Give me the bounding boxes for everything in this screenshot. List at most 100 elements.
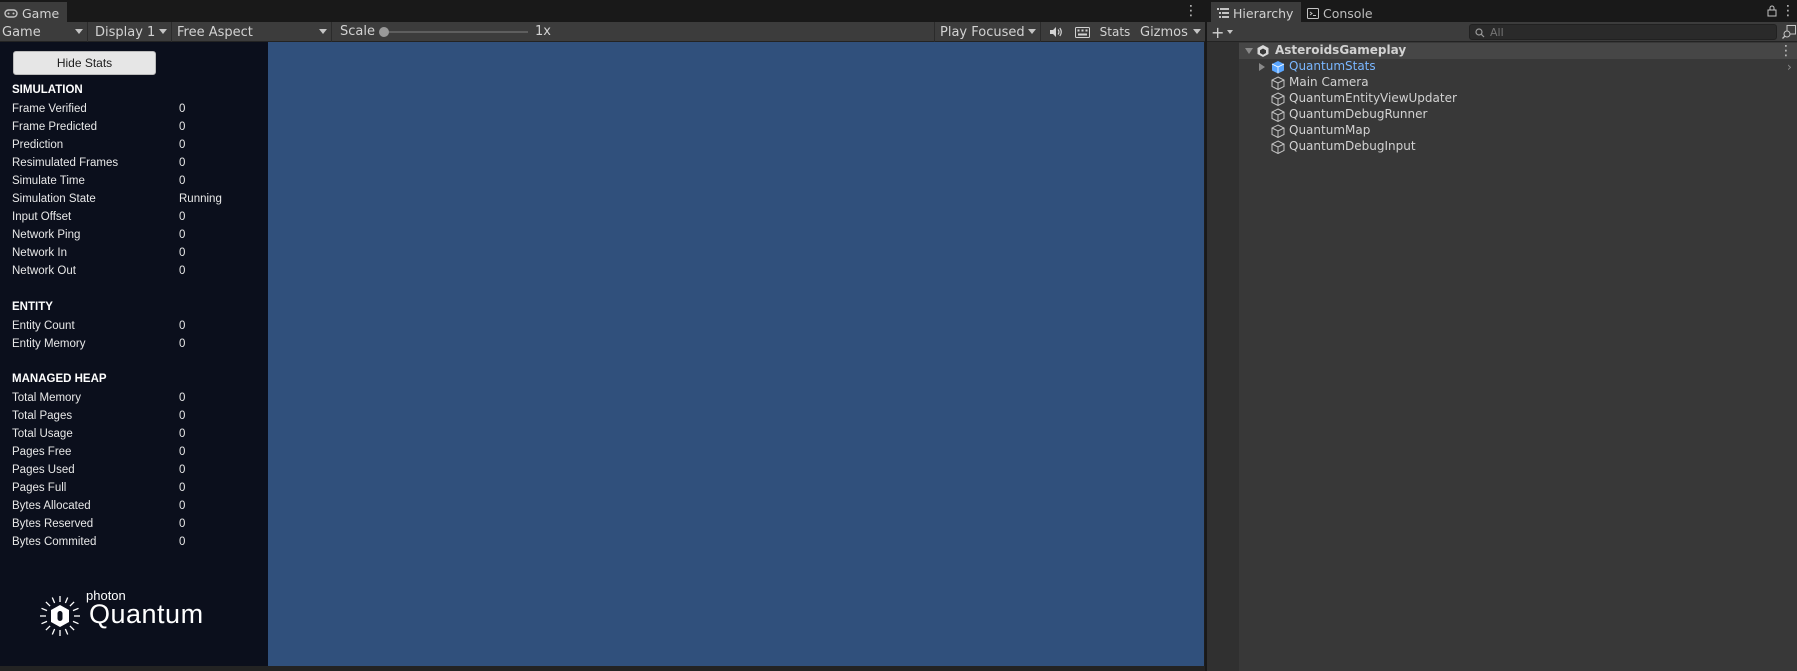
quantum-stats-panel: Hide Stats SIMULATION Frame Verified 0 Fr… [0, 42, 268, 666]
stat-label: Pages Full [12, 482, 67, 494]
stat-row: Total Usage 0 [12, 428, 262, 446]
hierarchy-gutter [1207, 42, 1239, 671]
chevron-right-icon[interactable]: › [1787, 60, 1792, 74]
scale-slider-track[interactable] [384, 31, 528, 33]
list-icon [1217, 8, 1229, 18]
play-mode-dropdown[interactable]: Play Focused [934, 22, 1041, 42]
gameobject-cube-icon [1271, 140, 1285, 154]
hierarchy-search-input[interactable] [1490, 25, 1770, 39]
stat-label: Resimulated Frames [12, 157, 119, 169]
scene-menu-icon[interactable]: ⋮ [1779, 42, 1793, 60]
tab-game-label: Game [22, 5, 60, 21]
stat-row: Frame Predicted 0 [12, 121, 262, 139]
game-toolbar: Game Display 1 Free Aspect Scale 1x Play… [0, 22, 1205, 42]
game-viewport[interactable] [268, 42, 1204, 666]
expand-arrow-icon[interactable] [1259, 63, 1265, 71]
stat-row: Resimulated Frames 0 [12, 157, 262, 175]
stat-label: Frame Predicted [12, 121, 98, 133]
stat-label: Frame Verified [12, 103, 87, 115]
stat-value: 0 [179, 446, 186, 458]
hide-stats-button[interactable]: Hide Stats [13, 51, 156, 75]
hierarchy-item-label: QuantumStats [1289, 59, 1376, 73]
search-icon [1475, 28, 1485, 38]
stat-value: 0 [179, 139, 186, 151]
tab-console-label: Console [1323, 5, 1373, 21]
hierarchy-item-label: QuantumMap [1289, 123, 1371, 137]
tab-game[interactable]: Game [0, 2, 68, 22]
game-window-menu-icon[interactable]: ⋮ [1184, 2, 1198, 20]
stat-label: Network Ping [12, 229, 81, 241]
hierarchy-menu-icon[interactable]: ⋮ [1781, 2, 1795, 20]
mute-audio-button[interactable] [1044, 23, 1068, 41]
expand-arrow-icon[interactable] [1245, 48, 1253, 54]
display-dropdown[interactable]: Display 1 [93, 22, 172, 42]
stat-row: Prediction 0 [12, 139, 262, 157]
stat-row: Input Offset 0 [12, 211, 262, 229]
stat-label: Bytes Reserved [12, 518, 94, 530]
lock-icon[interactable] [1767, 5, 1777, 17]
console-icon [1307, 7, 1319, 19]
hierarchy-item-quantummap[interactable]: QuantumMap [1239, 123, 1797, 139]
stat-label: Total Pages [12, 410, 73, 422]
stats-toggle-label: Stats [1099, 25, 1131, 39]
stat-row: Network Ping 0 [12, 229, 262, 247]
stat-label: Network Out [12, 265, 76, 277]
gizmos-dropdown[interactable]: Gizmos [1136, 22, 1205, 42]
scale-slider-thumb[interactable] [379, 27, 389, 37]
stat-row: Simulate Time 0 [12, 175, 262, 193]
aspect-value: Free Aspect [177, 24, 253, 40]
stat-label: Entity Memory [12, 338, 86, 350]
gameobject-cube-icon [1271, 92, 1285, 106]
scale-label: Scale [340, 24, 375, 39]
stat-label: Simulate Time [12, 175, 85, 187]
prefab-cube-icon [1271, 61, 1285, 74]
photon-quantum-logo: photon Quantum [38, 588, 228, 638]
aspect-dropdown[interactable]: Free Aspect [175, 22, 332, 42]
scene-name: AsteroidsGameplay [1275, 43, 1407, 57]
hierarchy-item-main-camera[interactable]: Main Camera [1239, 75, 1797, 91]
stat-label: Pages Used [12, 464, 75, 476]
stat-row: Total Memory 0 [12, 392, 262, 410]
stat-value: 0 [179, 464, 186, 476]
gameobject-cube-icon [1271, 124, 1285, 138]
stats-toggle-button[interactable]: Stats [1096, 23, 1134, 41]
hierarchy-item-label: QuantumDebugRunner [1289, 107, 1428, 121]
create-object-button[interactable]: + [1211, 23, 1239, 42]
hierarchy-item-quantumentityviewupdater[interactable]: QuantumEntityViewUpdater [1239, 91, 1797, 107]
hierarchy-item-quantumdebugrunner[interactable]: QuantumDebugRunner [1239, 107, 1797, 123]
stat-label: Pages Free [12, 446, 72, 458]
tab-hierarchy-label: Hierarchy [1233, 5, 1294, 21]
stat-value: 0 [179, 428, 186, 440]
stat-value: 0 [179, 536, 186, 548]
play-mode-value: Play Focused [940, 24, 1025, 40]
tab-console[interactable]: Console [1303, 2, 1381, 22]
hierarchy-item-quantumdebuginput[interactable]: QuantumDebugInput [1239, 139, 1797, 155]
stat-value: 0 [179, 392, 186, 404]
search-scene-icon[interactable] [1782, 25, 1796, 39]
stat-label: Prediction [12, 139, 64, 151]
stat-value: 0 [179, 265, 186, 277]
scene-row[interactable]: AsteroidsGameplay ⋮ [1239, 43, 1797, 59]
view-mode-dropdown[interactable]: Game [0, 22, 88, 42]
stat-value: 0 [179, 320, 186, 332]
section-title-entity: ENTITY [12, 301, 53, 313]
stat-row: Entity Count 0 [12, 320, 262, 338]
chevron-down-icon [1227, 30, 1234, 34]
stat-value: 0 [179, 103, 186, 115]
stat-label: Input Offset [12, 211, 72, 223]
hierarchy-item-quantumstats[interactable]: QuantumStats › [1239, 59, 1797, 75]
stat-row: Bytes Allocated 0 [12, 500, 262, 518]
hierarchy-search-field[interactable] [1469, 24, 1777, 40]
stat-label: Simulation State [12, 193, 96, 205]
stat-row: Frame Verified 0 [12, 103, 262, 121]
keyboard-shortcuts-button[interactable] [1070, 23, 1094, 41]
game-tab-bar: Game ⋮ [0, 0, 1205, 22]
scale-value: 1x [535, 24, 551, 39]
stat-value: 0 [179, 121, 186, 133]
stat-value: 0 [179, 500, 186, 512]
chevron-down-icon [1193, 29, 1201, 34]
hierarchy-item-label: QuantumEntityViewUpdater [1289, 91, 1457, 105]
section-title-managed-heap: MANAGED HEAP [12, 373, 107, 385]
stat-value: 0 [179, 482, 186, 494]
tab-hierarchy[interactable]: Hierarchy [1211, 2, 1302, 22]
